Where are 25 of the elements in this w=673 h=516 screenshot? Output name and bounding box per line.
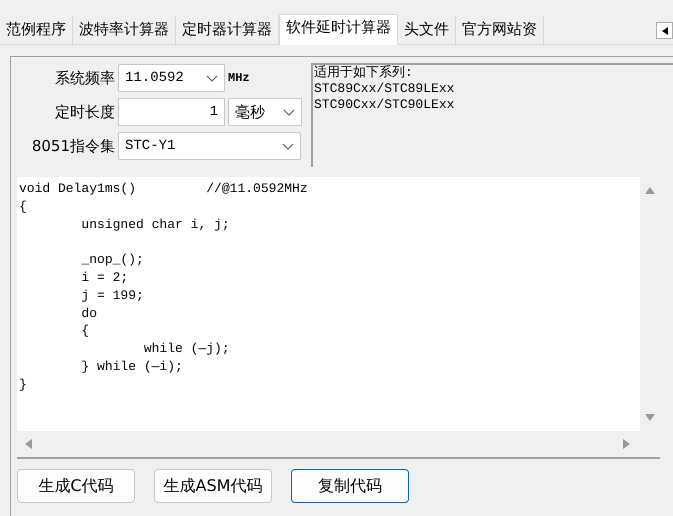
frequency-dropdown[interactable]: 11.0592 [118, 64, 225, 92]
info-title: 适用于如下系列: [314, 65, 414, 81]
tab[interactable]: 软件延时计算器 [279, 14, 398, 45]
action-button[interactable]: 生成C代码 [17, 469, 135, 503]
action-button[interactable]: 复制代码 [291, 469, 409, 503]
scroll-down-icon [645, 414, 655, 421]
info-line: STC89Cxx/STC89LExx [314, 81, 456, 97]
duration-field[interactable]: 1 [118, 98, 225, 126]
info-line: STC90Cxx/STC90LExx [314, 97, 456, 113]
scroll-up-icon [645, 187, 655, 194]
field-label: 定时长度 [54, 102, 115, 122]
field-label: 8051指令集 [30, 136, 115, 156]
code-text: void Delay1ms() //@11.0592MHz { unsigned char i, j; _nop_(); i = 2; j = 199; do { while (—j); } while (—i); } [18, 180, 309, 394]
triangle-left-icon [662, 26, 668, 34]
scroll-left-icon [25, 439, 32, 449]
field-label: 系统频率 [54, 68, 115, 88]
unit-label: MHz [228, 71, 250, 85]
unit-dropdown[interactable]: 毫秒 [228, 98, 302, 126]
scroll-left-button[interactable] [656, 22, 673, 39]
scroll-right-icon [623, 439, 630, 449]
chevron-down-icon [282, 142, 294, 150]
action-button[interactable]: 生成ASM代码 [154, 469, 272, 503]
chevron-down-icon [206, 74, 218, 82]
instruction-set-dropdown[interactable]: STC-Y1 [118, 132, 301, 160]
chevron-down-icon [283, 108, 295, 116]
